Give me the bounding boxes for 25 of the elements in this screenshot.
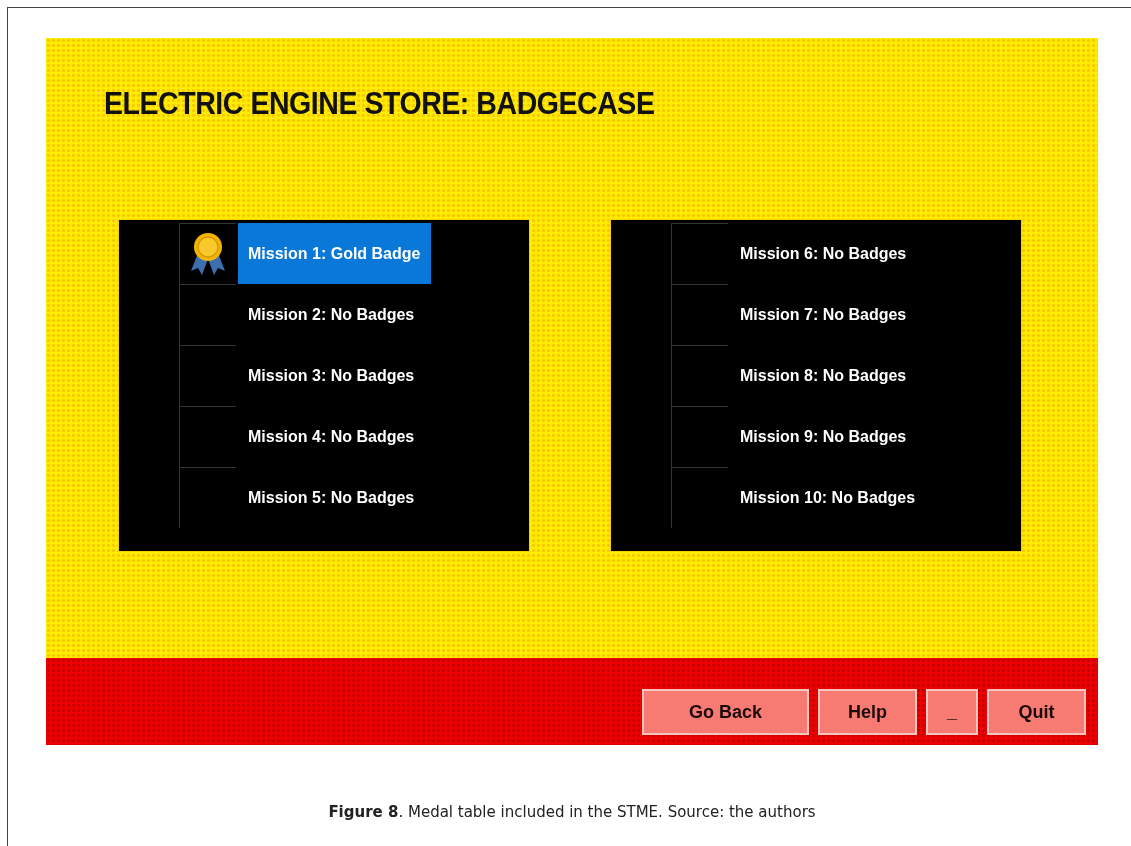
badge-slot (671, 345, 728, 406)
menu-button[interactable]: _ (926, 689, 978, 735)
mission-item[interactable]: Mission 3: No Badges (238, 345, 431, 406)
figure-caption: Figure 8. Medal table included in the STME. Source: the authors (327, 803, 817, 821)
mission-item[interactable]: Mission 7: No Badges (730, 284, 923, 345)
badge-slot (671, 406, 728, 467)
menu-button[interactable]: Help (818, 689, 917, 735)
badge-slot (179, 406, 236, 467)
badge-slot (179, 467, 236, 528)
mission-item[interactable]: Mission 8: No Badges (730, 345, 923, 406)
mission-item[interactable]: Mission 5: No Badges (238, 467, 431, 528)
screen-title: ELECTRIC ENGINE STORE: BADGECASE (104, 86, 655, 122)
mission-item[interactable]: Mission 10: No Badges (730, 467, 926, 528)
menu-button[interactable]: Go Back (642, 689, 809, 735)
mission-item[interactable]: Mission 6: No Badges (730, 223, 923, 284)
mission-item[interactable]: Mission 4: No Badges (238, 406, 431, 467)
menu-button[interactable]: Quit (987, 689, 1086, 735)
mission-item[interactable]: Mission 2: No Badges (238, 284, 431, 345)
badge-slot (671, 467, 728, 528)
badge-slot (671, 223, 728, 284)
mission-item[interactable]: Mission 9: No Badges (730, 406, 923, 467)
mission-item[interactable]: Mission 1: Gold Badge (238, 223, 431, 284)
medal-icon (188, 231, 228, 277)
badge-slot (179, 345, 236, 406)
badge-slot (671, 284, 728, 345)
